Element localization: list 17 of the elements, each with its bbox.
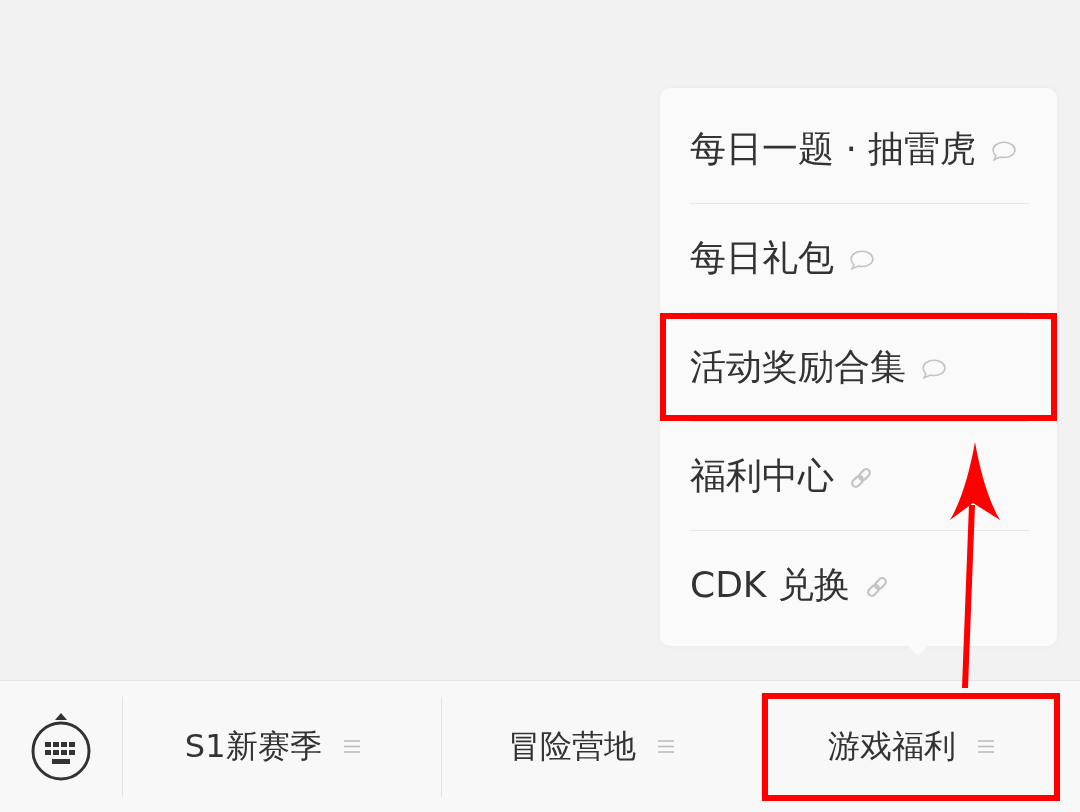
submenu-lines-icon (343, 740, 360, 753)
menu-item[interactable]: 每日一题 · 抽雷虎 (660, 95, 1057, 203)
menu-tab[interactable]: 游戏福利 (761, 692, 1060, 801)
menu-item[interactable]: 福利中心 (660, 422, 1057, 530)
link-icon (865, 576, 888, 598)
menu-item[interactable]: CDK 兑换 (660, 531, 1057, 639)
speech-bubble-icon (992, 141, 1017, 161)
link-icon (850, 467, 872, 489)
speech-bubble-icon (922, 359, 946, 379)
menu-item[interactable]: 每日礼包 (660, 204, 1057, 312)
speech-bubble-icon (850, 250, 874, 270)
menu-item[interactable]: 活动奖励合集 (660, 313, 1057, 421)
menu-tab[interactable]: 冒险营地 (442, 692, 741, 801)
submenu-lines-icon (658, 740, 675, 753)
submenu-lines-icon (977, 740, 994, 753)
keyboard-icon[interactable] (30, 711, 92, 782)
menu-tab[interactable]: S1新赛季 (123, 692, 422, 801)
